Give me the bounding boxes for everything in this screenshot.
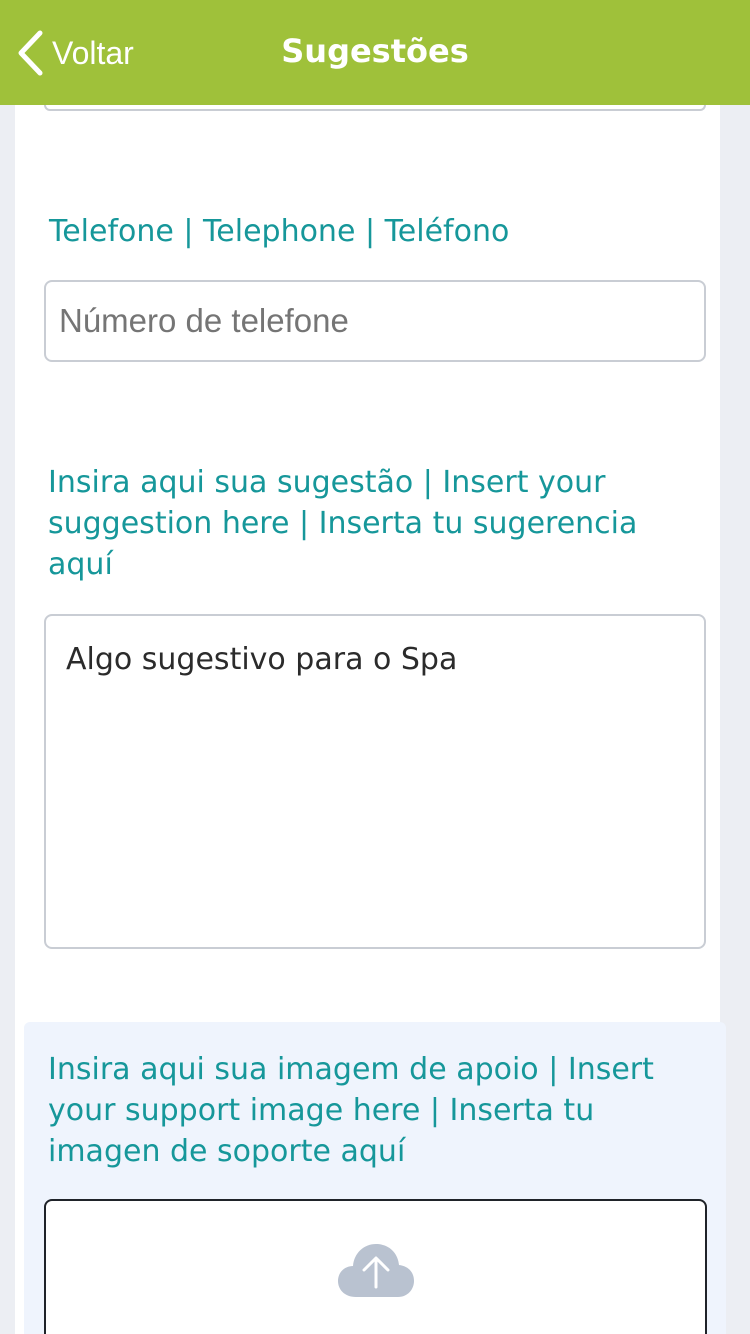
navigation-bar: Voltar Sugestões bbox=[0, 0, 750, 105]
screen: Voltar Sugestões Telefone | Telephone | … bbox=[0, 0, 750, 1334]
image-label: Insira aqui sua imagem de apoio | Insert… bbox=[48, 1052, 654, 1169]
suggestion-label: Insira aqui sua sugestão | Insert your s… bbox=[48, 465, 638, 582]
cloud-upload-icon bbox=[338, 1244, 414, 1297]
phone-input[interactable] bbox=[44, 280, 706, 362]
back-button-label: Voltar bbox=[52, 34, 134, 71]
phone-label: Telefone | Telephone | Teléfono bbox=[49, 214, 510, 249]
image-upload-dropzone[interactable] bbox=[44, 1199, 707, 1334]
back-button[interactable]: Voltar bbox=[16, 28, 134, 78]
chevron-left-icon bbox=[18, 30, 43, 76]
suggestion-textarea[interactable]: Algo sugestivo para o Spa bbox=[44, 614, 706, 949]
